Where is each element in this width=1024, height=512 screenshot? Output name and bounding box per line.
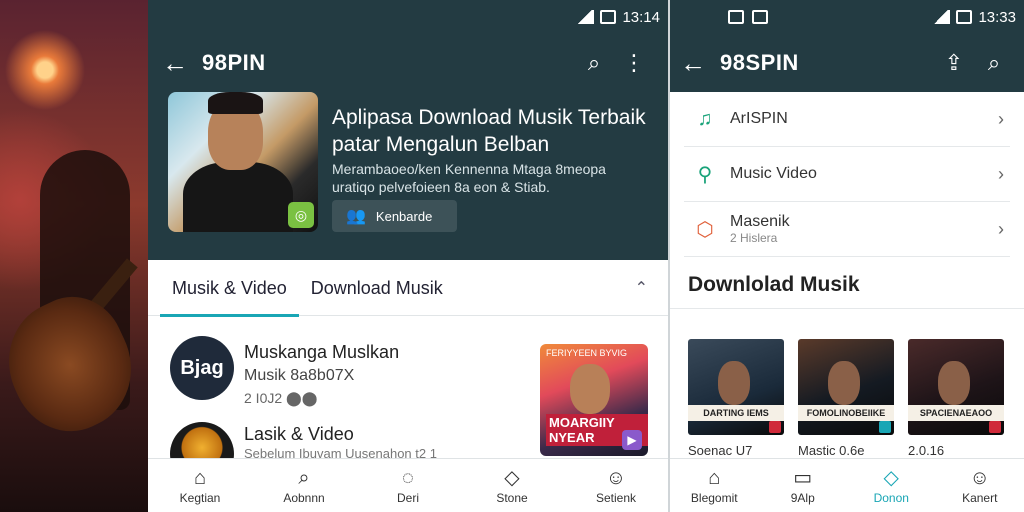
nav-item-chat[interactable]: ◌ Deri (356, 459, 460, 512)
album-item[interactable]: DARTING IEMS Soenac U7 (688, 339, 784, 458)
app-title: 98PIN (202, 50, 266, 75)
app-bar: ← 98PIN ⌕ ⋮ (148, 34, 668, 92)
status-bar: 13:14 (148, 0, 668, 34)
hero-artist-image: ◎ (168, 92, 318, 232)
signal-icon (932, 10, 951, 24)
list-item-title: Lasik & Video (244, 424, 354, 444)
box-icon: ⬡ (696, 218, 714, 241)
hero-action-button[interactable]: 👥 Kenbarde (332, 200, 457, 232)
magnify-music-icon: ⚲ (697, 163, 713, 186)
arrow-left-icon[interactable]: ← (162, 48, 202, 79)
hero-banner[interactable]: ◎ Aplipasa Download Musik Terbaik patar … (148, 92, 668, 260)
phone-screen-right: 13:33 ← 98SPIN ⇪ ⌕ ♫ ArISPIN › ⚲ Music V… (668, 0, 1024, 512)
chevron-right-icon: › (998, 218, 1004, 239)
tab-bar: Musik & Video Download Musik ⌃ (148, 260, 668, 317)
hero-title: Aplipasa Download Musik Terbaik patar Me… (332, 106, 646, 156)
signal-icon (576, 10, 595, 24)
search-icon[interactable]: ⌕ (574, 50, 614, 76)
home-icon: ⌂ (193, 466, 207, 489)
menu-item-sub: 2 Hislera (730, 231, 778, 245)
menu-list: ♫ ArISPIN › ⚲ Music Video › ⬡ Masenik 2 H… (670, 92, 1024, 257)
nav-item-home[interactable]: ⌂ Blegomit (670, 459, 759, 512)
chat-icon: ◌ (402, 466, 414, 489)
bottom-navigation: ⌂ Blegomit ▭ 9Alp ◇ Donon ☺ Kanert (670, 458, 1024, 512)
phone-screen-left: 13:14 ← 98PIN ⌕ ⋮ ◎ Aplipasa Download Mu… (148, 0, 668, 512)
nav-item-home[interactable]: ⌂ Kegtian (148, 459, 252, 512)
battery-icon (956, 10, 973, 24)
bookmark-icon: ◇ (504, 466, 520, 489)
album-top-text: FERIYYEEN BYVIG (546, 348, 628, 358)
app-title: 98SPIN (720, 50, 799, 75)
arrow-left-icon[interactable]: ← (680, 48, 720, 79)
hero-action-label: Kenbarde (375, 208, 433, 224)
app-bar: ← 98SPIN ⇪ ⌕ (670, 34, 1024, 92)
status-bar: 13:33 (670, 0, 1024, 34)
tab-musik-video[interactable]: Musik & Video (160, 260, 299, 317)
tab-download-musik[interactable]: Download Musik (299, 260, 455, 316)
music-file-icon: ♫ (697, 107, 713, 130)
alarm-icon (728, 10, 744, 24)
search-icon: ⌕ (298, 466, 310, 489)
user-icon: ☺ (969, 466, 990, 489)
status-time: 13:33 (978, 8, 1016, 26)
bookmark-icon: ◇ (883, 466, 899, 489)
notification-icon (752, 10, 768, 24)
hero-subtitle: Merambaoeo/ken Kennenna Mtaga 8meopa ura… (332, 161, 606, 195)
concert-background-image (0, 0, 150, 512)
menu-item-music-video[interactable]: ⚲ Music Video › (684, 147, 1010, 202)
album-cover[interactable]: FERIYYEEN BYVIG MOARGIIY NYEAR ▶ (540, 344, 648, 456)
more-vert-icon[interactable]: ⋮ (614, 50, 654, 76)
status-time: 13:14 (622, 8, 660, 26)
album-grid: DARTING IEMS Soenac U7 FOMOLINOBEIIKE Ma… (670, 309, 1024, 458)
nav-item-search[interactable]: ⌕ Aobnnn (252, 459, 356, 512)
home-icon: ⌂ (708, 466, 721, 489)
nav-item-store[interactable]: ◇ Stone (460, 459, 564, 512)
album-caption: 2.0.16 (908, 443, 945, 458)
user-icon: ☺ (605, 466, 627, 489)
nav-item-chat[interactable]: ▭ 9Alp (759, 459, 848, 512)
nav-item-account[interactable]: ☺ Kanert (936, 459, 1024, 512)
bottom-navigation: ⌂ Kegtian ⌕ Aobnnn ◌ Deri ◇ Stone ☺ Setienk (148, 458, 668, 512)
chevron-right-icon: › (998, 108, 1004, 129)
avatar: Bjag (170, 336, 234, 400)
album-caption: Soenac U7 (688, 443, 753, 458)
search-icon[interactable]: ⌕ (974, 50, 1014, 76)
menu-item-masenik[interactable]: ⬡ Masenik 2 Hislera › (684, 202, 1010, 257)
expand-icon[interactable]: ⌃ (635, 278, 648, 298)
album-item[interactable]: SPACIENAEAOO 2.0.16 (908, 339, 1004, 458)
album-item[interactable]: FOMOLINOBEIIKE Mastic 0.6e (798, 339, 894, 458)
app-badge-icon: ◎ (288, 202, 314, 228)
menu-item-arispin[interactable]: ♫ ArISPIN › (684, 92, 1010, 147)
user-group-icon: 👥 (346, 208, 366, 225)
upload-icon[interactable]: ⇪ (934, 50, 974, 76)
album-caption: Mastic 0.6e (798, 443, 865, 458)
nav-item-settings[interactable]: ☺ Setienk (564, 459, 668, 512)
play-badge-icon[interactable]: ▶ (622, 430, 642, 450)
battery-icon (600, 10, 617, 24)
chat-icon: ▭ (793, 466, 813, 489)
list-item-title: Muskanga Muslkan (244, 342, 400, 362)
section-title: Downlolad Musik (670, 257, 1024, 309)
nav-item-donon[interactable]: ◇ Donon (847, 459, 936, 512)
list-item-subtitle: Musik 8a8b07X (244, 367, 355, 384)
chevron-right-icon: › (998, 163, 1004, 184)
